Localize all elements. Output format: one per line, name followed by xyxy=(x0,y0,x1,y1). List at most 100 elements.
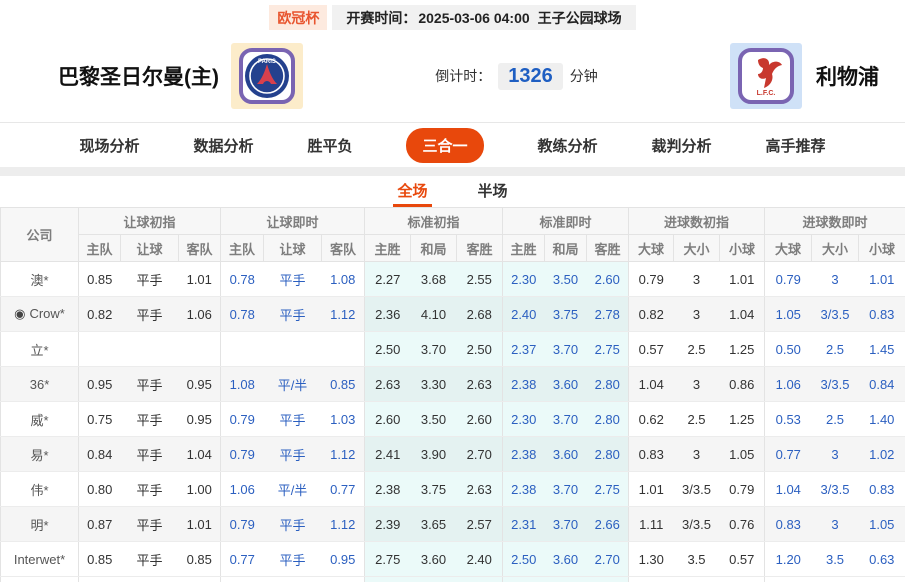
odds-cell xyxy=(322,577,365,582)
odds-subcolumn-header: 大小 xyxy=(812,235,859,262)
odds-cell: 3.30 xyxy=(411,367,457,402)
odds-cell: 1.06 xyxy=(179,297,221,332)
odds-cell: 3.70 xyxy=(545,507,587,542)
odds-cell: 3.75 xyxy=(545,297,587,332)
odds-cell: 1.06 xyxy=(221,472,264,507)
odds-cell: 2.63 xyxy=(457,367,503,402)
nav-tab[interactable]: 数据分析 xyxy=(193,135,253,156)
odds-cell: 0.82 xyxy=(79,297,121,332)
kickoff-time: 2025-03-06 04:00 xyxy=(418,10,529,26)
odds-cell: 3.90 xyxy=(411,437,457,472)
odds-cell: 3.70 xyxy=(545,332,587,367)
odds-cell: 0.83 xyxy=(859,297,905,332)
odds-cell: 2.5 xyxy=(674,402,720,437)
nav-tab[interactable]: 高手推荐 xyxy=(766,135,826,156)
odds-cell: 1.05 xyxy=(859,507,905,542)
odds-cell: 平手 xyxy=(121,472,179,507)
odds-subcolumn-header: 大球 xyxy=(765,235,812,262)
company-name: 立* xyxy=(30,343,48,358)
odds-cell xyxy=(1,577,79,582)
odds-cell: 0.62 xyxy=(629,402,674,437)
odds-cell: 平手 xyxy=(121,437,179,472)
odds-cell: 0.63 xyxy=(859,542,905,577)
odds-cell: 2.70 xyxy=(457,437,503,472)
company-cell[interactable]: 澳* xyxy=(1,262,79,297)
odds-cell: 2.27 xyxy=(365,262,411,297)
odds-cell: 2.80 xyxy=(587,402,629,437)
odds-subcolumn-header: 主胜 xyxy=(503,235,545,262)
odds-cell: 0.85 xyxy=(322,367,365,402)
odds-cell: 0.78 xyxy=(221,297,264,332)
odds-cell: 1.12 xyxy=(322,507,365,542)
odds-cell: 3 xyxy=(812,437,859,472)
odds-cell xyxy=(322,332,365,367)
subcolumn-header-row: 主队让球客队主队让球客队主胜和局客胜主胜和局客胜大球大小小球大球大小小球 xyxy=(1,235,905,262)
away-team-logo: L.F.C. xyxy=(738,48,794,104)
odds-cell: 2.30 xyxy=(503,402,545,437)
odds-cell: 1.08 xyxy=(221,367,264,402)
odds-cell: 2.80 xyxy=(587,437,629,472)
odds-subcolumn-header: 让球 xyxy=(121,235,179,262)
odds-cell: 2.50 xyxy=(457,332,503,367)
odds-subcolumn-header: 大球 xyxy=(629,235,674,262)
odds-cell: 1.25 xyxy=(720,402,765,437)
company-name: 36* xyxy=(30,377,50,392)
odds-group-header: 让球即时 xyxy=(221,208,365,235)
nav-tab[interactable]: 胜平负 xyxy=(307,135,352,156)
nav-tab[interactable]: 现场分析 xyxy=(79,135,139,156)
period-subtab[interactable]: 全场 xyxy=(393,180,431,207)
company-cell[interactable]: 伟* xyxy=(1,472,79,507)
odds-cell: 2.68 xyxy=(457,297,503,332)
odds-cell: 1.04 xyxy=(765,472,812,507)
odds-cell: 平手 xyxy=(121,262,179,297)
odds-cell: 1.12 xyxy=(322,297,365,332)
odds-group-header: 让球初指 xyxy=(79,208,221,235)
ball-icon: ◉ xyxy=(14,306,25,321)
odds-subcolumn-header: 小球 xyxy=(859,235,905,262)
odds-cell: 3.65 xyxy=(411,507,457,542)
odds-cell: 0.83 xyxy=(629,437,674,472)
odds-cell: 0.95 xyxy=(322,542,365,577)
odds-row: 易*0.84平手1.040.79平手1.122.413.902.702.383.… xyxy=(1,437,905,472)
nav-tab[interactable]: 教练分析 xyxy=(538,135,598,156)
company-name: 澳* xyxy=(30,273,48,288)
odds-cell: 2.70 xyxy=(587,542,629,577)
company-cell[interactable]: 明* xyxy=(1,507,79,542)
odds-cell: 0.79 xyxy=(629,262,674,297)
kickoff-info: 开赛时间： 2025-03-06 04:00 王子公园球场 xyxy=(332,5,635,30)
period-subtab[interactable]: 半场 xyxy=(474,180,512,207)
odds-cell: 1.01 xyxy=(859,262,905,297)
countdown: 倒计时： 1326 分钟 xyxy=(303,63,730,90)
odds-cell: 0.83 xyxy=(765,507,812,542)
odds-cell: 平手 xyxy=(264,402,322,437)
odds-cell xyxy=(503,577,545,582)
company-cell[interactable]: 36* xyxy=(1,367,79,402)
odds-cell: 1.20 xyxy=(765,542,812,577)
company-cell[interactable]: 立* xyxy=(1,332,79,367)
odds-group-header: 进球数初指 xyxy=(629,208,765,235)
odds-cell: 1.12 xyxy=(322,437,365,472)
countdown-unit: 分钟 xyxy=(570,66,598,86)
odds-cell: 0.87 xyxy=(79,507,121,542)
odds-cell: 2.38 xyxy=(503,472,545,507)
odds-cell: 3.60 xyxy=(545,367,587,402)
company-cell[interactable]: ◉Crow* xyxy=(1,297,79,332)
odds-table: 公司 让球初指让球即时标准初指标准即时进球数初指进球数即时 主队让球客队主队让球… xyxy=(0,207,905,582)
odds-cell: 0.57 xyxy=(629,332,674,367)
odds-cell: 2.30 xyxy=(503,262,545,297)
odds-cell: 2.50 xyxy=(503,542,545,577)
nav-tab[interactable]: 裁判分析 xyxy=(652,135,712,156)
odds-cell: 0.79 xyxy=(221,437,264,472)
odds-cell xyxy=(411,577,457,582)
nav-tab[interactable]: 三合一 xyxy=(406,128,483,163)
company-cell[interactable]: Interwet* xyxy=(1,542,79,577)
away-team-name: 利物浦 xyxy=(816,61,879,91)
odds-cell: 3 xyxy=(812,507,859,542)
company-cell[interactable]: 威* xyxy=(1,402,79,437)
odds-row: 36*0.95平手0.951.08平/半0.852.633.302.632.38… xyxy=(1,367,905,402)
odds-cell xyxy=(457,577,503,582)
odds-cell: 1.04 xyxy=(720,297,765,332)
odds-cell: 2.55 xyxy=(457,262,503,297)
odds-subcolumn-header: 大小 xyxy=(674,235,720,262)
company-cell[interactable]: 易* xyxy=(1,437,79,472)
